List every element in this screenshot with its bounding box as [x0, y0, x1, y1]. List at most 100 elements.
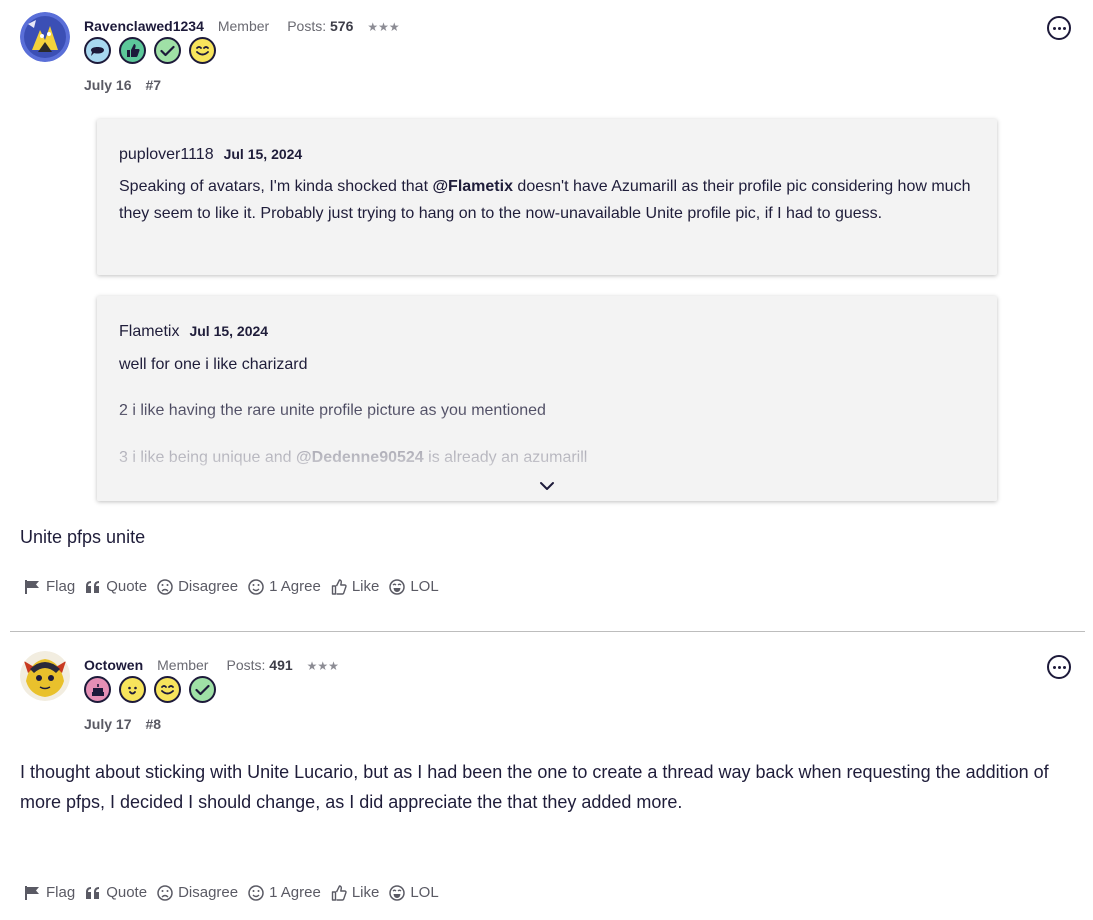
- quote-button[interactable]: Quote: [85, 578, 147, 595]
- flag-label: Flag: [46, 884, 76, 901]
- quote-label: Quote: [106, 578, 148, 595]
- lol-button[interactable]: LOL: [389, 578, 439, 595]
- quote-line: well for one i like charizard: [119, 356, 308, 373]
- post-body: I thought about sticking with Unite Luca…: [20, 762, 1049, 812]
- surprised-face-icon[interactable]: [119, 676, 146, 703]
- post-count: Posts: 491: [226, 657, 292, 673]
- flag-icon: [25, 885, 39, 900]
- post-number[interactable]: #8: [145, 716, 161, 732]
- post-date-row: July 16 #7: [84, 77, 161, 93]
- like-button[interactable]: Like: [331, 578, 380, 595]
- smile-face-icon: [248, 578, 264, 595]
- quote-icon: [86, 580, 100, 593]
- post-count-label: Posts:: [287, 18, 327, 34]
- thumbs-up-outline-icon: [331, 884, 347, 901]
- post-date-row: July 17 #8: [84, 716, 161, 732]
- thumbs-up-icon[interactable]: [119, 37, 146, 64]
- username[interactable]: Ravenclawed1234: [84, 18, 204, 34]
- quote-text-part: is already an azumarill: [423, 449, 588, 466]
- user-mention[interactable]: @Dedenne90524: [296, 449, 424, 466]
- like-label: Like: [351, 884, 380, 901]
- quote-text: Speaking of avatars, I'm kinda shocked t…: [119, 174, 975, 227]
- avatar[interactable]: [20, 12, 70, 62]
- post-count: Posts: 576: [287, 18, 353, 34]
- avatar[interactable]: [20, 651, 70, 701]
- agree-button[interactable]: 1 Agree: [248, 578, 321, 595]
- birthday-cake-icon[interactable]: [84, 676, 111, 703]
- post-count-value: 576: [330, 18, 354, 34]
- menu-dot: [1062, 26, 1066, 30]
- quote-icon: [86, 886, 100, 899]
- quote-line: 2 i like having the rare unite profile p…: [119, 402, 546, 419]
- agree-label: 1 Agree: [269, 578, 321, 595]
- username[interactable]: Octowen: [84, 657, 143, 673]
- frown-face-icon: [157, 578, 173, 595]
- quote-line: 3 i like being unique and @Dedenne90524 …: [119, 449, 587, 467]
- checkmark-icon[interactable]: [189, 676, 216, 703]
- user-role: Member: [217, 18, 270, 34]
- post-count-value: 491: [269, 657, 293, 673]
- flag-icon: [25, 579, 39, 594]
- post-7: Ravenclawed1234 Member Posts: 576 ★★★ Ju…: [0, 0, 1093, 630]
- quote-button[interactable]: Quote: [85, 884, 147, 901]
- menu-dot: [1052, 665, 1056, 669]
- quote-label: Quote: [106, 884, 148, 901]
- disagree-button[interactable]: Disagree: [157, 578, 238, 595]
- expand-quote-icon[interactable]: [537, 479, 557, 493]
- like-label: Like: [351, 578, 380, 595]
- menu-dot: [1057, 665, 1061, 669]
- lol-label: LOL: [410, 884, 439, 901]
- post-meta: Octowen Member Posts: 491 ★★★: [84, 657, 339, 673]
- lol-button[interactable]: LOL: [389, 884, 439, 901]
- quote-header: Flametix Jul 15, 2024: [119, 323, 268, 341]
- menu-dot: [1062, 665, 1066, 669]
- thumbs-up-outline-icon: [331, 578, 347, 595]
- like-button[interactable]: Like: [331, 884, 380, 901]
- lol-label: LOL: [410, 578, 439, 595]
- post-actions: Flag Quote Disagree 1 Agree Like LOL: [24, 578, 439, 595]
- post-actions: Flag Quote Disagree 1 Agree Like LOL: [24, 884, 439, 901]
- laugh-face-icon: [389, 578, 406, 595]
- post-meta: Ravenclawed1234 Member Posts: 576 ★★★: [84, 18, 400, 34]
- post-date[interactable]: July 17: [84, 716, 131, 732]
- quote-text-part: 3 i like being unique and: [119, 449, 297, 466]
- laugh-face-icon: [389, 884, 406, 901]
- badge-row: [84, 676, 216, 703]
- checkmark-icon[interactable]: [154, 37, 181, 64]
- agree-button[interactable]: 1 Agree: [248, 884, 321, 901]
- rank-stars: ★★★: [306, 659, 339, 673]
- quote-block: puplover1118 Jul 15, 2024 Speaking of av…: [97, 119, 997, 275]
- frown-face-icon: [157, 884, 173, 901]
- quote-text-part: Speaking of avatars, I'm kinda shocked t…: [119, 178, 433, 195]
- flag-button[interactable]: Flag: [24, 578, 75, 595]
- flag-label: Flag: [46, 578, 76, 595]
- wink-face-icon[interactable]: [154, 676, 181, 703]
- quote-author[interactable]: puplover1118: [119, 146, 214, 164]
- post-divider: [10, 631, 1085, 632]
- post-menu-button[interactable]: [1047, 655, 1071, 679]
- flag-button[interactable]: Flag: [24, 884, 75, 901]
- post-body: Unite pfps unite: [20, 527, 146, 547]
- post-number[interactable]: #7: [145, 77, 161, 93]
- disagree-label: Disagree: [178, 884, 239, 901]
- quote-block: Flametix Jul 15, 2024 well for one i lik…: [97, 296, 997, 501]
- disagree-button[interactable]: Disagree: [157, 884, 238, 901]
- quote-date[interactable]: Jul 15, 2024: [189, 323, 268, 339]
- quote-author[interactable]: Flametix: [119, 323, 179, 341]
- menu-dot: [1052, 26, 1056, 30]
- wink-face-icon[interactable]: [189, 37, 216, 64]
- quote-header: puplover1118 Jul 15, 2024: [119, 146, 302, 164]
- agree-label: 1 Agree: [269, 884, 321, 901]
- quote-date[interactable]: Jul 15, 2024: [224, 146, 303, 162]
- rank-stars: ★★★: [367, 20, 400, 34]
- disagree-label: Disagree: [178, 578, 239, 595]
- user-mention[interactable]: @Flametix: [432, 178, 513, 195]
- user-role: Member: [157, 657, 209, 673]
- post-menu-button[interactable]: [1047, 16, 1071, 40]
- post-8: Octowen Member Posts: 491 ★★★ July 17 #8…: [0, 639, 1093, 920]
- speech-bubble-icon[interactable]: [84, 37, 111, 64]
- post-count-label: Posts:: [226, 657, 266, 673]
- menu-dot: [1057, 26, 1061, 30]
- badge-row: [84, 37, 216, 64]
- post-date[interactable]: July 16: [84, 77, 131, 93]
